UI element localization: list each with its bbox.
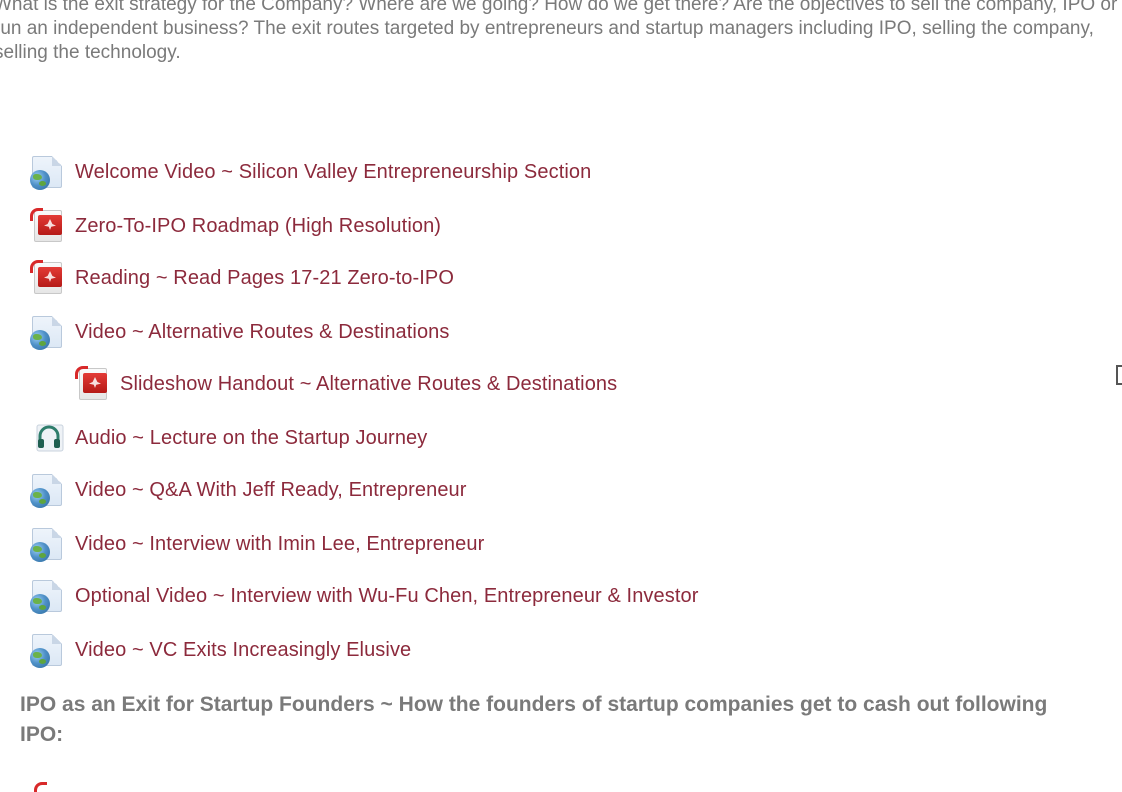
web-video-icon bbox=[30, 470, 66, 510]
pdf-icon bbox=[30, 258, 66, 298]
pdf-icon bbox=[75, 364, 111, 404]
resource-label: Video ~ Alternative Routes & Destination… bbox=[75, 320, 450, 343]
resource-label: Audio ~ Lecture on the Startup Journey bbox=[75, 426, 428, 449]
resource-label: Optional Video ~ Interview with Wu-Fu Ch… bbox=[75, 584, 699, 607]
resource-link-interview-imin-lee[interactable]: Video ~ Interview with Imin Lee, Entrepr… bbox=[30, 524, 484, 564]
resource-link-alternative-routes-video[interactable]: Video ~ Alternative Routes & Destination… bbox=[30, 312, 450, 352]
web-video-icon bbox=[30, 152, 66, 192]
resource-label: Reading ~ Read Pages 17-21 Zero-to-IPO bbox=[75, 266, 455, 289]
resource-link-welcome-video[interactable]: Welcome Video ~ Silicon Valley Entrepren… bbox=[30, 152, 591, 192]
intro-text: What is the exit strategy for the Compan… bbox=[0, 0, 1118, 63]
resource-link-reading[interactable]: Reading ~ Read Pages 17-21 Zero-to-IPO bbox=[30, 258, 454, 298]
resource-link-roadmap[interactable]: Zero-To-IPO Roadmap (High Resolution) bbox=[30, 206, 441, 246]
resource-link-slideshow-handout[interactable]: Slideshow Handout ~ Alternative Routes &… bbox=[75, 364, 617, 404]
resource-label: Slideshow Handout ~ Alternative Routes &… bbox=[120, 372, 618, 395]
resource-label: Video ~ VC Exits Increasingly Elusive bbox=[75, 638, 412, 661]
resource-label: Zero-To-IPO Roadmap (High Resolution) bbox=[75, 214, 442, 237]
web-video-icon bbox=[30, 312, 66, 352]
section-intro: What is the exit strategy for the Compan… bbox=[0, 0, 1122, 65]
section-heading-ipo-exit: IPO as an Exit for Startup Founders ~ Ho… bbox=[20, 693, 1048, 746]
resource-link-interview-wu-fu-chen[interactable]: Optional Video ~ Interview with Wu-Fu Ch… bbox=[30, 576, 699, 616]
resource-link-qa-jeff-ready[interactable]: Video ~ Q&A With Jeff Ready, Entrepreneu… bbox=[30, 470, 467, 510]
resource-link-audio-lecture[interactable]: Audio ~ Lecture on the Startup Journey bbox=[30, 418, 427, 458]
resource-label: Video ~ Q&A With Jeff Ready, Entrepreneu… bbox=[75, 478, 467, 501]
web-video-icon bbox=[30, 576, 66, 616]
pdf-icon bbox=[30, 206, 66, 246]
headphones-icon bbox=[30, 418, 66, 458]
web-video-icon bbox=[30, 524, 66, 564]
resource-link-vc-exits[interactable]: Video ~ VC Exits Increasingly Elusive bbox=[30, 630, 411, 670]
web-video-icon bbox=[30, 630, 66, 670]
resource-label: Welcome Video ~ Silicon Valley Entrepren… bbox=[75, 160, 592, 183]
scrollbar-edge-handle[interactable] bbox=[1116, 365, 1122, 385]
pdf-icon[interactable] bbox=[30, 780, 64, 792]
resource-label: Video ~ Interview with Imin Lee, Entrepr… bbox=[75, 532, 485, 555]
